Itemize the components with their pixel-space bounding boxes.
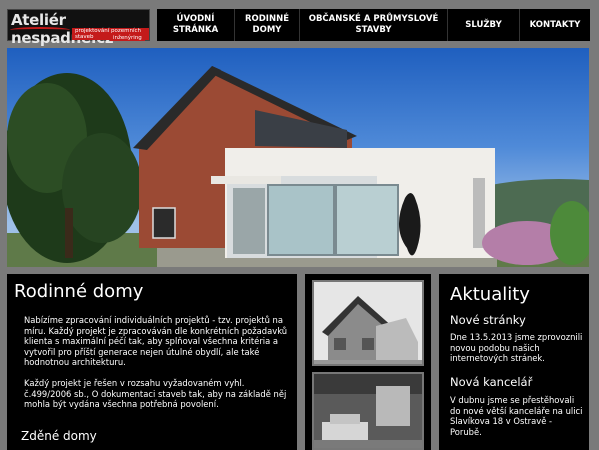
news-item-title[interactable]: Nová kancelář xyxy=(450,375,532,389)
nav-item-services[interactable]: SLUŽBY xyxy=(448,9,520,41)
hero-house-image xyxy=(7,66,589,267)
page-title: Rodinné domy xyxy=(14,281,144,302)
section-heading: Zděné domy xyxy=(21,429,97,443)
content-panel: Rodinné domy Nabízíme zpracování individ… xyxy=(7,274,297,450)
news-title: Aktuality xyxy=(450,284,530,305)
gallery-thumbnail[interactable] xyxy=(312,280,424,366)
nav-item-home[interactable]: ÚVODNÍ STRÁNKA xyxy=(157,9,235,41)
nav-item-contacts[interactable]: KONTAKTY xyxy=(520,9,590,41)
nav-item-civic-industrial[interactable]: OBČANSKÉ A PRŮMYSLOVÉ STAVBY xyxy=(300,9,448,41)
scope-paragraph: Každý projekt je řešen v rozsahu vyžadov… xyxy=(24,378,287,410)
news-item-title[interactable]: Nové stránky xyxy=(450,313,526,327)
site-logo[interactable]: Ateliér nespadne.cz projektování pozemní… xyxy=(7,9,150,47)
logo-tagline-2: inženýring xyxy=(110,35,145,41)
hero-slider[interactable] xyxy=(7,48,589,267)
news-panel: Aktuality Nové stránky Dne 13.5.2013 jsm… xyxy=(439,274,589,450)
gallery-thumbnail[interactable] xyxy=(312,372,424,450)
intro-paragraph: Nabízíme zpracování individuálních proje… xyxy=(24,315,288,368)
nav-item-family-houses[interactable]: RODINNÉ DOMY xyxy=(235,9,300,41)
main-navigation: ÚVODNÍ STRÁNKA RODINNÉ DOMY OBČANSKÉ A P… xyxy=(157,9,590,41)
news-item-text: Dne 13.5.2013 jsme zprovoznili novou pod… xyxy=(450,332,583,364)
logo-swoosh xyxy=(10,27,70,33)
news-item-text: V dubnu jsme se přestěhovali do nové vět… xyxy=(450,395,583,437)
gallery-panel xyxy=(305,274,431,450)
